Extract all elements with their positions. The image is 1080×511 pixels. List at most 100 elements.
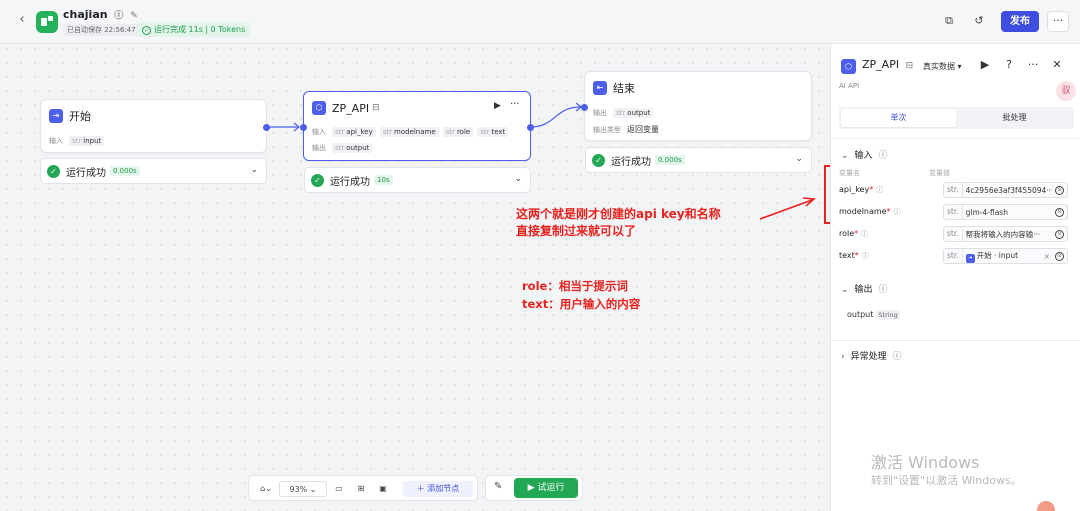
type-tag: str bbox=[445, 128, 455, 136]
param-label: api_key bbox=[839, 185, 870, 194]
variable-ref-icon[interactable]: ⊙ bbox=[1055, 207, 1064, 217]
variable-ref-icon[interactable]: ⊙ bbox=[1055, 185, 1064, 195]
api-icon: ⬡ bbox=[841, 59, 856, 74]
more-button[interactable]: ··· bbox=[1047, 11, 1069, 32]
info-icon[interactable]: ⓘ bbox=[894, 208, 901, 216]
required-mark: * bbox=[886, 207, 891, 216]
variable-tag: str role bbox=[442, 127, 474, 137]
output-row: 输出 str output bbox=[312, 143, 376, 153]
node-title: ZP_API bbox=[332, 101, 370, 115]
output-variable: output String bbox=[847, 310, 900, 320]
help-icon[interactable]: ? bbox=[1002, 58, 1016, 71]
start-status-card[interactable]: ✓ 运行成功 0.000s ⌄ bbox=[40, 158, 267, 184]
minimap-icon[interactable]: ▣ bbox=[375, 481, 391, 497]
info-icon[interactable]: ⓘ bbox=[878, 148, 887, 161]
param-value-text-input[interactable]: str. ⇥ 开始 · input × ⊙ bbox=[943, 248, 1068, 264]
chevron-down-icon[interactable]: ⌄ bbox=[795, 154, 803, 164]
node-more-icon[interactable]: ··· bbox=[510, 99, 520, 110]
variable-name: role bbox=[456, 128, 471, 136]
tab-single[interactable]: 单次 bbox=[841, 109, 956, 127]
variable-ref-icon[interactable]: ⊙ bbox=[1055, 251, 1064, 261]
input-label: 输入 bbox=[312, 128, 326, 136]
input-port[interactable] bbox=[581, 104, 588, 111]
start-node[interactable]: ⇥ 开始 输入 str input bbox=[40, 99, 267, 153]
output-name: output bbox=[847, 310, 874, 319]
mouse-mode-icon[interactable]: ⌂⌄ bbox=[255, 481, 277, 497]
more-icon[interactable]: ··· bbox=[1026, 58, 1040, 71]
test-run-button[interactable]: ▶ 试运行 bbox=[514, 478, 578, 498]
note-icon[interactable]: ⊟ bbox=[906, 61, 914, 71]
zp-api-status-card[interactable]: ✓ 运行成功 10s ⌄ bbox=[304, 167, 531, 193]
test-run-label: 试运行 bbox=[537, 483, 565, 493]
comment-icon[interactable]: ▭ bbox=[331, 481, 347, 497]
publish-button[interactable]: 发布 bbox=[1001, 11, 1039, 32]
exception-section-header[interactable]: › 异常处理 ⓘ bbox=[841, 349, 902, 362]
chevron-down-icon[interactable]: ⌄ bbox=[514, 174, 522, 184]
panel-subtitle: AI API bbox=[839, 82, 860, 90]
node-title: 开始 bbox=[69, 110, 91, 123]
param-value-modelname[interactable]: str. glm-4-flash ⊙ bbox=[943, 204, 1068, 220]
param-value-role[interactable]: str. 帮我将输入的内容输··· ⊙ bbox=[943, 226, 1068, 242]
type-label: str. bbox=[944, 227, 963, 241]
copy-icon[interactable]: ⧉ bbox=[942, 14, 956, 28]
run-status-text: 运行完成 11s | 0 Tokens bbox=[154, 25, 246, 34]
info-icon[interactable]: ⓘ bbox=[878, 282, 887, 295]
data-mode-select[interactable]: 真实数据 ▾ bbox=[923, 61, 962, 72]
input-row: 输入 str input bbox=[49, 136, 108, 146]
info-icon[interactable]: ⓘ bbox=[861, 230, 868, 238]
history-icon[interactable]: ↺ bbox=[972, 14, 986, 28]
node-title: 结束 bbox=[613, 82, 635, 95]
add-node-button[interactable]: ＋ 添加节点 bbox=[403, 481, 473, 497]
param-name-text: text* ⓘ bbox=[839, 251, 869, 261]
param-value-api-key[interactable]: str. 4c2956e3af3f455094··· ⊙ bbox=[943, 182, 1068, 198]
zoom-value: 93% bbox=[289, 485, 308, 494]
tab-batch[interactable]: 批处理 bbox=[957, 109, 1072, 127]
type-label: str. bbox=[944, 249, 963, 263]
panel-title: ZP_API ⊟ bbox=[862, 58, 913, 71]
annotation-arrowhead bbox=[802, 197, 816, 207]
zoom-select[interactable]: 93% ⌄ bbox=[279, 481, 327, 497]
info-icon[interactable]: ⓘ bbox=[893, 349, 902, 362]
check-circle-icon: ✓ bbox=[142, 26, 151, 35]
layout-icon[interactable]: ⊞ bbox=[353, 481, 369, 497]
info-icon[interactable]: ⓘ bbox=[876, 186, 883, 194]
end-status-card[interactable]: ✓ 运行成功 0.000s ⌄ bbox=[585, 147, 812, 173]
variable-tag: str output bbox=[613, 108, 654, 118]
output-port[interactable] bbox=[263, 124, 270, 131]
section-title: 异常处理 bbox=[850, 352, 887, 362]
output-label: 输出 bbox=[593, 109, 607, 117]
chevron-down-icon[interactable]: ⌄ bbox=[250, 165, 258, 175]
play-icon[interactable]: ▶ bbox=[978, 58, 992, 71]
tool-icon[interactable]: ✎ bbox=[494, 481, 502, 492]
variable-tag: str output bbox=[332, 143, 373, 153]
close-icon[interactable]: ✕ bbox=[1050, 58, 1064, 71]
input-port[interactable] bbox=[300, 124, 307, 131]
end-node[interactable]: ⇤ 结束 输出 str output 输出类型 返回变量 bbox=[584, 71, 812, 141]
node-note-icon[interactable]: ⊟ bbox=[372, 103, 380, 113]
param-value-text: 帮我将输入的内容输··· bbox=[965, 229, 1041, 239]
status-text: 运行成功 bbox=[330, 176, 370, 188]
success-icon: ✓ bbox=[311, 173, 324, 187]
type-tag: str bbox=[335, 144, 345, 152]
start-icon: ⇥ bbox=[965, 253, 975, 263]
variable-name: api_key bbox=[346, 128, 373, 136]
zp-api-node[interactable]: ⬡ ZP_API ⊟ ▶ ··· 输入 str api_key str modeln… bbox=[303, 91, 531, 161]
success-icon: ✓ bbox=[47, 164, 60, 178]
run-node-icon[interactable]: ▶ bbox=[494, 101, 501, 111]
output-section-header[interactable]: ⌄ 输出 ⓘ bbox=[841, 282, 887, 295]
floating-avatar[interactable]: 驭 bbox=[1056, 81, 1076, 101]
input-section-header[interactable]: ⌄ 输入 ⓘ bbox=[841, 148, 887, 161]
param-name-api-key: api_key* ⓘ bbox=[839, 185, 883, 195]
section-title: 输出 bbox=[854, 285, 873, 295]
edit-icon[interactable]: ✎ bbox=[130, 11, 138, 21]
time-badge: 0.000s bbox=[655, 155, 685, 165]
clear-icon[interactable]: × bbox=[1044, 252, 1050, 261]
info-icon[interactable]: ⓘ bbox=[862, 252, 869, 260]
info-icon[interactable]: ⓘ bbox=[114, 8, 123, 21]
annotation-line-3: role：相当于提示词 bbox=[522, 279, 628, 293]
assistant-avatar[interactable] bbox=[1037, 501, 1055, 511]
variable-ref-icon[interactable]: ⊙ bbox=[1055, 229, 1064, 239]
param-name-role: role* ⓘ bbox=[839, 229, 868, 239]
chevron-left-icon[interactable]: ‹ bbox=[14, 12, 30, 28]
output-port[interactable] bbox=[527, 124, 534, 131]
